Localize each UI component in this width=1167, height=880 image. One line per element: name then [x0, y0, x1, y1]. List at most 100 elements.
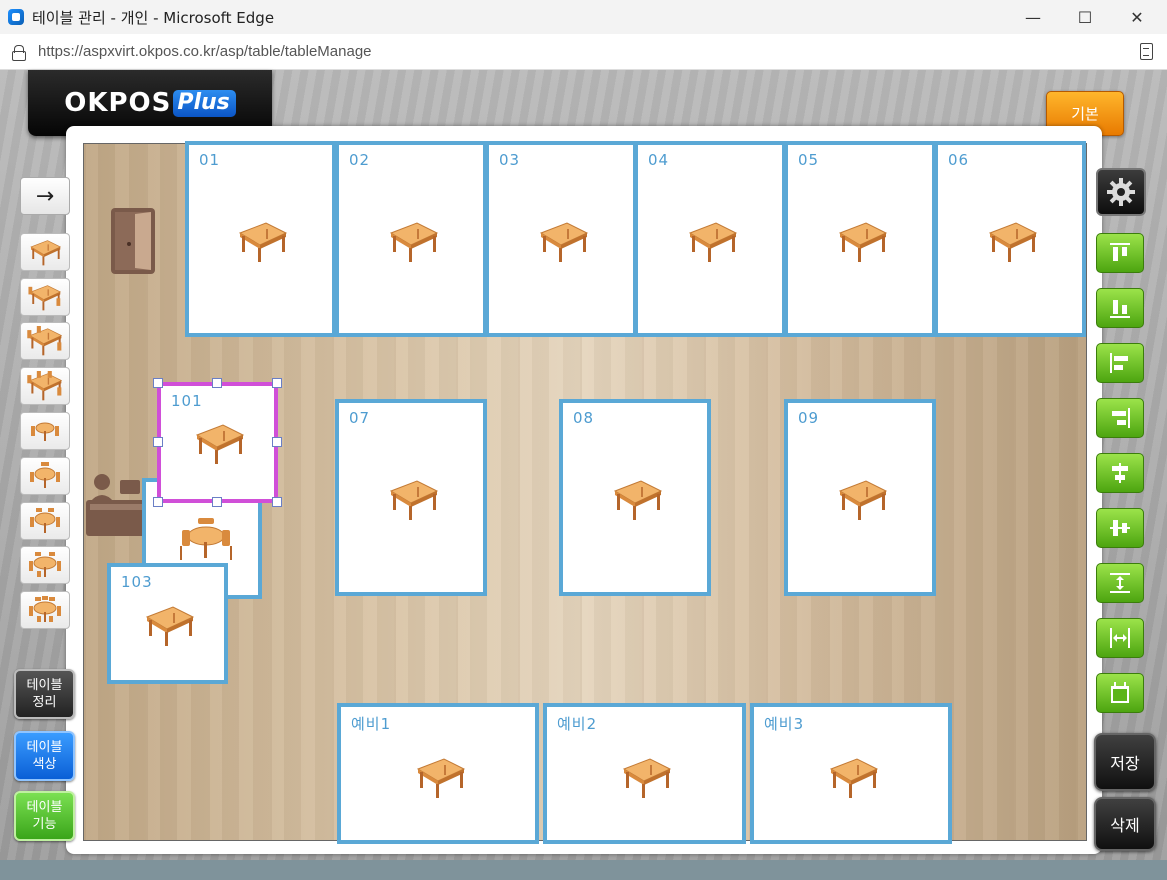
table-2-icon [30, 240, 61, 266]
table-color-button[interactable]: 테이블 색상 [14, 731, 75, 781]
table-number: 05 [798, 151, 820, 169]
table-number: 06 [948, 151, 970, 169]
delete-button[interactable]: 삭제 [1094, 797, 1156, 851]
distribute-vertical-button[interactable] [1096, 563, 1144, 603]
maximize-button[interactable]: ☐ [1059, 0, 1111, 34]
table-icon [614, 480, 662, 521]
table-icon [689, 222, 737, 263]
table-number: 07 [349, 409, 371, 427]
table-card[interactable]: 103 [107, 563, 228, 684]
table-card[interactable]: 09 [784, 399, 936, 596]
table-card[interactable]: 예비2 [543, 703, 746, 844]
table-number: 04 [648, 151, 670, 169]
add-round-table-4-button[interactable] [20, 457, 70, 495]
add-round-table-10-button[interactable] [20, 591, 70, 629]
add-round-table-8-button[interactable] [20, 546, 70, 584]
table-icon [146, 606, 194, 647]
add-round-table-2-button[interactable] [20, 412, 70, 450]
logo-text: OKPOS [64, 88, 172, 118]
table-number: 08 [573, 409, 595, 427]
table-card[interactable]: 01 [185, 141, 336, 337]
distribute-horizontal-button[interactable] [1096, 618, 1144, 658]
table-card[interactable]: 05 [784, 141, 936, 337]
table-icon [839, 480, 887, 521]
same-size-icon [1111, 682, 1129, 703]
bottom-strip [0, 860, 1167, 880]
align-center-vertical-icon [1110, 520, 1130, 536]
table-icon [239, 222, 287, 263]
table-number: 02 [349, 151, 371, 169]
resize-handle[interactable] [153, 378, 163, 388]
align-top-icon [1110, 243, 1130, 261]
round-table-8-icon [29, 552, 61, 577]
table-card[interactable]: 06 [934, 141, 1086, 337]
minimize-button[interactable]: — [1007, 0, 1059, 34]
table-card[interactable]: 04 [634, 141, 786, 337]
round-table-6-icon [30, 508, 60, 533]
align-top-button[interactable] [1096, 233, 1144, 273]
address-bar: https://aspxvirt.okpos.co.kr/asp/table/t… [0, 34, 1167, 70]
resize-handle[interactable] [153, 437, 163, 447]
distribute-horizontal-icon [1110, 628, 1130, 648]
align-bottom-icon [1110, 300, 1130, 318]
align-right-button[interactable] [1096, 398, 1144, 438]
reader-mode-icon[interactable] [1140, 43, 1153, 60]
table-number: 예비3 [764, 715, 805, 733]
add-table-8-button[interactable] [20, 367, 70, 405]
table-icon [839, 222, 887, 263]
round-table-10-icon [29, 596, 61, 622]
table-icon [390, 480, 438, 521]
align-center-horizontal-icon [1112, 463, 1128, 483]
align-center-horizontal-button[interactable] [1096, 453, 1144, 493]
table-icon [196, 424, 244, 465]
close-button[interactable]: ✕ [1111, 0, 1163, 34]
settings-button[interactable] [1096, 168, 1146, 216]
address-url[interactable]: https://aspxvirt.okpos.co.kr/asp/table/t… [38, 43, 372, 60]
table-number: 01 [199, 151, 221, 169]
table-number: 09 [798, 409, 820, 427]
round-table-icon [180, 518, 232, 560]
door-icon [111, 208, 155, 274]
table-number: 03 [499, 151, 521, 169]
align-bottom-button[interactable] [1096, 288, 1144, 328]
align-right-icon [1112, 408, 1130, 428]
resize-handle[interactable] [272, 497, 282, 507]
logo-plus-badge: Plus [173, 89, 236, 117]
window-titlebar: 테이블 관리 - 개인 - Microsoft Edge — ☐ ✕ [0, 0, 1167, 34]
table-number: 103 [121, 573, 153, 591]
table-card-selected[interactable]: 101 [157, 382, 278, 503]
round-table-4-icon [30, 462, 60, 488]
table-icon [540, 222, 588, 263]
align-left-button[interactable] [1096, 343, 1144, 383]
save-button[interactable]: 저장 [1094, 733, 1156, 791]
resize-handle[interactable] [272, 437, 282, 447]
add-table-6-button[interactable] [20, 322, 70, 360]
table-icon [390, 222, 438, 263]
add-table-2-button[interactable] [20, 233, 70, 271]
align-center-vertical-button[interactable] [1096, 508, 1144, 548]
table-function-button[interactable]: 테이블 기능 [14, 791, 75, 841]
round-table-2-icon [31, 422, 59, 441]
collapse-arrow-button[interactable]: → [20, 177, 70, 215]
edge-app-icon [8, 9, 24, 25]
resize-handle[interactable] [212, 497, 222, 507]
table-card[interactable]: 02 [335, 141, 487, 337]
resize-handle[interactable] [272, 378, 282, 388]
table-card[interactable]: 08 [559, 399, 711, 596]
table-card[interactable]: 07 [335, 399, 487, 596]
add-round-table-6-button[interactable] [20, 502, 70, 540]
resize-handle[interactable] [212, 378, 222, 388]
window-title: 테이블 관리 - 개인 - Microsoft Edge [32, 8, 275, 27]
table-card[interactable]: 03 [485, 141, 637, 337]
table-icon [830, 758, 878, 799]
table-card[interactable]: 예비3 [750, 703, 952, 844]
table-icon [989, 222, 1037, 263]
table-icon [623, 758, 671, 799]
same-size-button[interactable] [1096, 673, 1144, 713]
table-arrange-button[interactable]: 테이블 정리 [14, 669, 75, 719]
lock-icon [12, 44, 26, 61]
table-card[interactable]: 예비1 [337, 703, 539, 844]
resize-handle[interactable] [153, 497, 163, 507]
add-table-4-button[interactable] [20, 278, 70, 316]
table-8-icon [27, 371, 62, 401]
